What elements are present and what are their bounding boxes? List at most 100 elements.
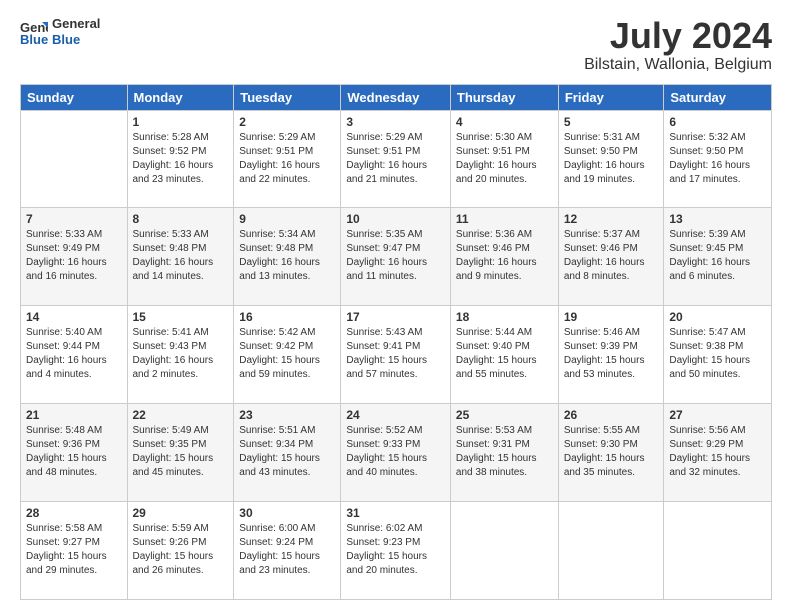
day-info: Sunrise: 5:39 AM Sunset: 9:45 PM Dayligh… — [669, 228, 766, 284]
day-info: Sunrise: 5:51 AM Sunset: 9:34 PM Dayligh… — [239, 424, 335, 480]
day-info: Sunrise: 5:35 AM Sunset: 9:47 PM Dayligh… — [346, 228, 445, 284]
subtitle: Bilstain, Wallonia, Belgium — [584, 56, 772, 74]
day-number: 13 — [669, 212, 766, 226]
header: General Blue General Blue July 2024 Bils… — [20, 16, 772, 74]
day-info: Sunrise: 5:29 AM Sunset: 9:51 PM Dayligh… — [239, 131, 335, 187]
day-info: Sunrise: 5:36 AM Sunset: 9:46 PM Dayligh… — [456, 228, 553, 284]
day-info: Sunrise: 5:49 AM Sunset: 9:35 PM Dayligh… — [133, 424, 229, 480]
calendar-cell: 20Sunrise: 5:47 AM Sunset: 9:38 PM Dayli… — [664, 306, 772, 404]
day-number: 5 — [564, 115, 659, 129]
calendar-cell: 13 Sunrise: 5:39 AM Sunset: 9:45 PM Dayli… — [664, 208, 772, 306]
day-number: 31 — [346, 506, 445, 520]
day-number: 26 — [564, 408, 659, 422]
calendar-cell: 14Sunrise: 5:40 AM Sunset: 9:44 PM Dayli… — [21, 306, 128, 404]
day-info: Sunrise: 5:59 AM Sunset: 9:26 PM Dayligh… — [133, 522, 229, 578]
calendar-cell — [664, 502, 772, 600]
calendar-cell: 1 Sunrise: 5:28 AM Sunset: 9:52 PM Daylig… — [127, 110, 234, 208]
calendar-cell: 18 Sunrise: 5:44 AM Sunset: 9:40 PM Dayli… — [450, 306, 558, 404]
calendar-cell: 4 Sunrise: 5:30 AM Sunset: 9:51 PM Daylig… — [450, 110, 558, 208]
calendar-cell: 16 Sunrise: 5:42 AM Sunset: 9:42 PM Dayli… — [234, 306, 341, 404]
calendar-week-row: 28 Sunrise: 5:58 AM Sunset: 9:27 PM Dayli… — [21, 502, 772, 600]
calendar-cell: 12 Sunrise: 5:37 AM Sunset: 9:46 PM Dayli… — [558, 208, 664, 306]
calendar-cell: 15 Sunrise: 5:41 AM Sunset: 9:43 PM Dayli… — [127, 306, 234, 404]
calendar-cell: 9 Sunrise: 5:34 AM Sunset: 9:48 PM Daylig… — [234, 208, 341, 306]
day-number: 2 — [239, 115, 335, 129]
calendar-cell — [21, 110, 128, 208]
day-number: 23 — [239, 408, 335, 422]
day-number: 1 — [133, 115, 229, 129]
calendar-week-row: 14Sunrise: 5:40 AM Sunset: 9:44 PM Dayli… — [21, 306, 772, 404]
day-number: 6 — [669, 115, 766, 129]
logo-icon: General Blue — [20, 18, 48, 46]
calendar-cell: 25 Sunrise: 5:53 AM Sunset: 9:31 PM Dayli… — [450, 404, 558, 502]
day-info: Sunrise: 5:48 AM Sunset: 9:36 PM Dayligh… — [26, 424, 122, 480]
day-number: 28 — [26, 506, 122, 520]
day-info: Sunrise: 5:43 AM Sunset: 9:41 PM Dayligh… — [346, 326, 445, 382]
day-info: Sunrise: 5:56 AM Sunset: 9:29 PM Dayligh… — [669, 424, 766, 480]
day-number: 29 — [133, 506, 229, 520]
calendar-cell: 7 Sunrise: 5:33 AM Sunset: 9:49 PM Daylig… — [21, 208, 128, 306]
title-block: July 2024 Bilstain, Wallonia, Belgium — [584, 16, 772, 74]
day-info: Sunrise: 5:52 AM Sunset: 9:33 PM Dayligh… — [346, 424, 445, 480]
day-number: 22 — [133, 408, 229, 422]
day-number: 4 — [456, 115, 553, 129]
calendar-cell: 3Sunrise: 5:29 AM Sunset: 9:51 PM Daylig… — [341, 110, 451, 208]
calendar-header-row: SundayMondayTuesdayWednesdayThursdayFrid… — [21, 84, 772, 110]
day-number: 16 — [239, 310, 335, 324]
day-info: Sunrise: 6:02 AM Sunset: 9:23 PM Dayligh… — [346, 522, 445, 578]
calendar-cell: 5 Sunrise: 5:31 AM Sunset: 9:50 PM Daylig… — [558, 110, 664, 208]
day-info: Sunrise: 5:42 AM Sunset: 9:42 PM Dayligh… — [239, 326, 335, 382]
day-info: Sunrise: 5:30 AM Sunset: 9:51 PM Dayligh… — [456, 131, 553, 187]
day-number: 7 — [26, 212, 122, 226]
calendar-cell: 21Sunrise: 5:48 AM Sunset: 9:36 PM Dayli… — [21, 404, 128, 502]
calendar-week-row: 1 Sunrise: 5:28 AM Sunset: 9:52 PM Daylig… — [21, 110, 772, 208]
day-info: Sunrise: 5:58 AM Sunset: 9:27 PM Dayligh… — [26, 522, 122, 578]
logo: General Blue General Blue — [20, 16, 100, 47]
calendar-cell — [558, 502, 664, 600]
svg-text:Blue: Blue — [20, 32, 48, 46]
day-info: Sunrise: 5:28 AM Sunset: 9:52 PM Dayligh… — [133, 131, 229, 187]
calendar-cell: 11Sunrise: 5:36 AM Sunset: 9:46 PM Dayli… — [450, 208, 558, 306]
main-title: July 2024 — [584, 16, 772, 56]
calendar-weekday-wednesday: Wednesday — [341, 84, 451, 110]
calendar-cell: 26Sunrise: 5:55 AM Sunset: 9:30 PM Dayli… — [558, 404, 664, 502]
day-number: 10 — [346, 212, 445, 226]
calendar-cell: 6 Sunrise: 5:32 AM Sunset: 9:50 PM Daylig… — [664, 110, 772, 208]
day-info: Sunrise: 5:33 AM Sunset: 9:49 PM Dayligh… — [26, 228, 122, 284]
calendar-weekday-friday: Friday — [558, 84, 664, 110]
day-number: 14 — [26, 310, 122, 324]
day-info: Sunrise: 5:37 AM Sunset: 9:46 PM Dayligh… — [564, 228, 659, 284]
logo-text: General Blue — [52, 16, 100, 47]
day-number: 20 — [669, 310, 766, 324]
calendar-week-row: 7 Sunrise: 5:33 AM Sunset: 9:49 PM Daylig… — [21, 208, 772, 306]
calendar-cell: 28 Sunrise: 5:58 AM Sunset: 9:27 PM Dayli… — [21, 502, 128, 600]
day-number: 30 — [239, 506, 335, 520]
day-number: 8 — [133, 212, 229, 226]
day-number: 15 — [133, 310, 229, 324]
day-number: 19 — [564, 310, 659, 324]
day-info: Sunrise: 5:29 AM Sunset: 9:51 PM Dayligh… — [346, 131, 445, 187]
day-info: Sunrise: 5:41 AM Sunset: 9:43 PM Dayligh… — [133, 326, 229, 382]
day-number: 25 — [456, 408, 553, 422]
calendar-week-row: 21Sunrise: 5:48 AM Sunset: 9:36 PM Dayli… — [21, 404, 772, 502]
calendar-cell: 17Sunrise: 5:43 AM Sunset: 9:41 PM Dayli… — [341, 306, 451, 404]
day-info: Sunrise: 5:34 AM Sunset: 9:48 PM Dayligh… — [239, 228, 335, 284]
day-number: 9 — [239, 212, 335, 226]
calendar-cell: 22 Sunrise: 5:49 AM Sunset: 9:35 PM Dayli… — [127, 404, 234, 502]
day-info: Sunrise: 5:53 AM Sunset: 9:31 PM Dayligh… — [456, 424, 553, 480]
day-info: Sunrise: 5:44 AM Sunset: 9:40 PM Dayligh… — [456, 326, 553, 382]
day-number: 18 — [456, 310, 553, 324]
day-number: 12 — [564, 212, 659, 226]
calendar-cell: 31 Sunrise: 6:02 AM Sunset: 9:23 PM Dayli… — [341, 502, 451, 600]
calendar-cell: 29 Sunrise: 5:59 AM Sunset: 9:26 PM Dayli… — [127, 502, 234, 600]
day-info: Sunrise: 5:32 AM Sunset: 9:50 PM Dayligh… — [669, 131, 766, 187]
day-number: 27 — [669, 408, 766, 422]
day-number: 24 — [346, 408, 445, 422]
calendar-cell: 19Sunrise: 5:46 AM Sunset: 9:39 PM Dayli… — [558, 306, 664, 404]
calendar-cell — [450, 502, 558, 600]
calendar-cell: 30Sunrise: 6:00 AM Sunset: 9:24 PM Dayli… — [234, 502, 341, 600]
calendar-cell: 10 Sunrise: 5:35 AM Sunset: 9:47 PM Dayli… — [341, 208, 451, 306]
calendar-weekday-sunday: Sunday — [21, 84, 128, 110]
day-info: Sunrise: 5:31 AM Sunset: 9:50 PM Dayligh… — [564, 131, 659, 187]
day-info: Sunrise: 5:33 AM Sunset: 9:48 PM Dayligh… — [133, 228, 229, 284]
